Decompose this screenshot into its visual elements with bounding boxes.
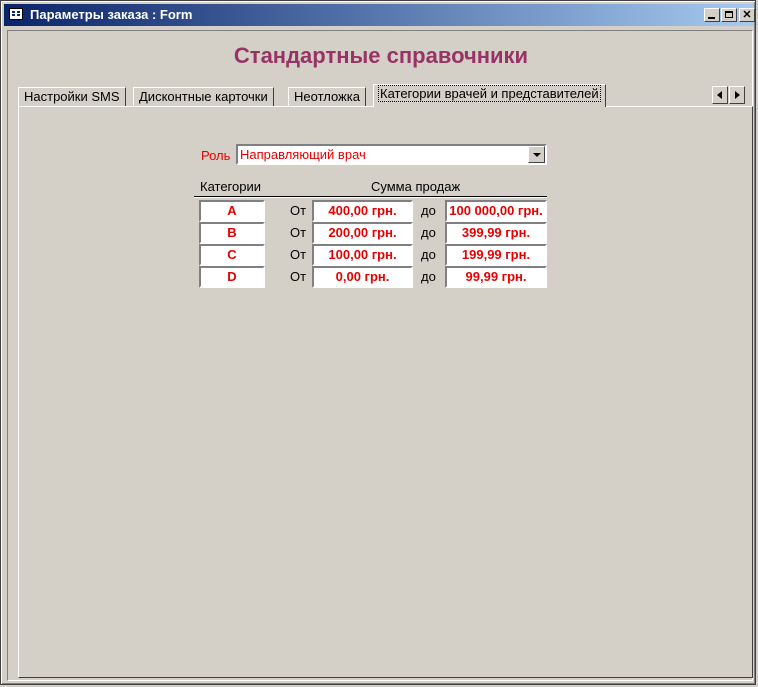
sum-to-field[interactable]: 199,99 грн.	[445, 244, 547, 266]
sales-sum-header: Сумма продаж	[371, 179, 461, 194]
from-label: От	[290, 225, 307, 240]
app-window: Параметры заказа : Form ✕ Стандартные сп…	[0, 0, 756, 685]
table-row: B От 200,00 грн. до 399,99 грн.	[19, 222, 754, 244]
tab-scroll-left-button[interactable]	[712, 86, 728, 104]
close-button[interactable]: ✕	[739, 8, 755, 22]
to-label: до	[421, 269, 436, 284]
category-field[interactable]: A	[199, 200, 265, 222]
to-label: до	[421, 225, 436, 240]
tab-sms-settings[interactable]: Настройки SMS	[18, 87, 126, 107]
from-label: От	[290, 203, 307, 218]
tab-scroll-right-button[interactable]	[729, 86, 745, 104]
tab-label: Неотложка	[294, 89, 360, 104]
category-field[interactable]: C	[199, 244, 265, 266]
tab-label: Настройки SMS	[24, 89, 120, 104]
maximize-button[interactable]	[721, 8, 737, 22]
tab-page-doctor-categories: Роль Направляющий врач Категории Сумма п…	[18, 106, 753, 678]
from-label: От	[290, 247, 307, 262]
window-title: Параметры заказа : Form	[30, 7, 193, 22]
table-row: A От 400,00 грн. до 100 000,00 грн.	[19, 200, 754, 222]
sum-to-field[interactable]: 399,99 грн.	[445, 222, 547, 244]
table-row: C От 100,00 грн. до 199,99 грн.	[19, 244, 754, 266]
sum-from-field[interactable]: 0,00 грн.	[312, 266, 413, 288]
sum-from-field[interactable]: 400,00 грн.	[312, 200, 413, 222]
header-divider-highlight	[194, 197, 547, 198]
to-label: до	[421, 203, 436, 218]
form-icon	[9, 8, 23, 20]
tab-doctor-categories[interactable]: Категории врачей и представителей	[373, 84, 606, 107]
tab-discount-cards[interactable]: Дисконтные карточки	[133, 87, 274, 107]
minimize-button[interactable]	[704, 8, 720, 22]
dropdown-arrow-icon[interactable]	[528, 146, 545, 163]
category-field[interactable]: D	[199, 266, 265, 288]
categories-header: Категории	[200, 179, 261, 194]
sum-from-field[interactable]: 200,00 грн.	[312, 222, 413, 244]
sum-to-field[interactable]: 100 000,00 грн.	[445, 200, 547, 222]
sum-from-field[interactable]: 100,00 грн.	[312, 244, 413, 266]
category-field[interactable]: B	[199, 222, 265, 244]
title-bar[interactable]: Параметры заказа : Form ✕	[4, 4, 755, 26]
page-title: Стандартные справочники	[233, 43, 529, 68]
form-client-area: Стандартные справочники Настройки SMS Ди…	[7, 30, 753, 681]
role-label: Роль	[201, 148, 231, 163]
tab-label: Дисконтные карточки	[139, 89, 268, 104]
tab-label: Категории врачей и представителей	[378, 85, 601, 102]
table-row: D От 0,00 грн. до 99,99 грн.	[19, 266, 754, 288]
sum-to-field[interactable]: 99,99 грн.	[445, 266, 547, 288]
role-select-value: Направляющий врач	[240, 147, 366, 162]
from-label: От	[290, 269, 307, 284]
to-label: до	[421, 247, 436, 262]
tab-emergency[interactable]: Неотложка	[288, 87, 366, 107]
role-select[interactable]: Направляющий врач	[236, 144, 547, 165]
